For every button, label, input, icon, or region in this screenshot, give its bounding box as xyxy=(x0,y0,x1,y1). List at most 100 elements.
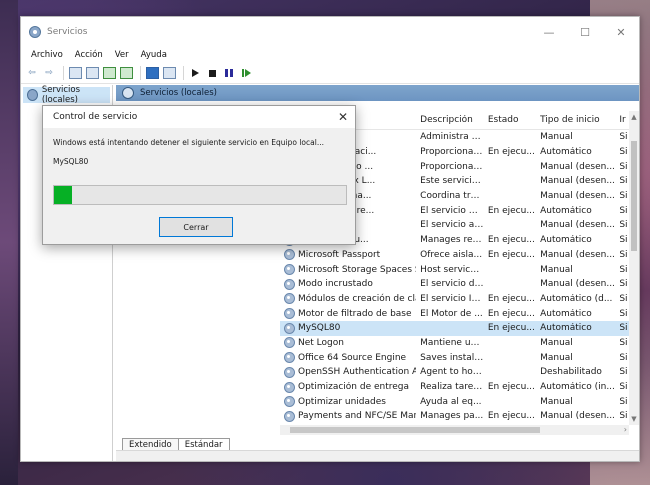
menu-ver[interactable]: Ver xyxy=(109,50,135,60)
service-login-cell: Si xyxy=(619,279,628,290)
progress-fill xyxy=(54,186,72,204)
service-gear-icon xyxy=(284,381,295,393)
services-icon xyxy=(27,89,38,101)
column-header-login[interactable]: Ir xyxy=(615,115,629,125)
dialog-title: Control de servicio xyxy=(53,112,138,122)
export-list-icon[interactable] xyxy=(119,66,133,80)
table-row[interactable]: Payments and NFC/SE Mana... Manages pa...… xyxy=(280,409,629,424)
column-header-startup[interactable]: Tipo de inicio xyxy=(536,115,615,125)
window-title: Servicios xyxy=(47,27,88,37)
view-tabs: Extendido Estándar xyxy=(116,435,639,451)
menu-ayuda[interactable]: Ayuda xyxy=(135,50,173,60)
table-row[interactable]: Microsoft Passport Ofrece aisla... En ejec… xyxy=(280,248,629,263)
properties-icon[interactable] xyxy=(85,66,99,80)
column-header-description[interactable]: Descripción xyxy=(416,115,484,125)
service-login-cell: Si xyxy=(619,323,628,334)
table-row[interactable]: Modo incrustado El servicio de... Manual (… xyxy=(280,277,629,292)
table-row[interactable]: Net Logon Mantiene un... Manual Si xyxy=(280,336,629,351)
service-startup-cell: Automático (in... xyxy=(540,382,615,393)
service-login-cell: Si xyxy=(619,220,628,231)
service-login-cell: Si xyxy=(619,191,628,202)
service-description-cell: El servicio au... xyxy=(420,220,484,231)
service-gear-icon xyxy=(284,322,295,334)
table-row[interactable]: Microsoft Storage Spaces S... Host servic… xyxy=(280,262,629,277)
service-description-cell: Saves install... xyxy=(420,352,484,363)
service-startup-cell: Manual xyxy=(540,132,573,143)
service-name-cell: Motor de filtrado de base xyxy=(280,308,416,320)
service-name-text: Modo incrustado xyxy=(298,279,373,290)
table-row[interactable]: Motor de filtrado de base El Motor de ...… xyxy=(280,306,629,321)
service-name-text: Microsoft Storage Spaces S... xyxy=(298,264,417,275)
menu-archivo[interactable]: Archivo xyxy=(25,50,69,60)
service-startup-cell: Manual (desen... xyxy=(540,249,615,260)
tree-item-services-local[interactable]: Servicios (locales) xyxy=(23,85,110,105)
menu-accion[interactable]: Acción xyxy=(69,50,109,60)
dialog-title-bar: Control de servicio ✕ xyxy=(43,106,355,128)
table-row[interactable]: Módulos de creación de clav... El servici… xyxy=(280,292,629,307)
service-name-text: MySQL80 xyxy=(298,323,341,334)
service-gear-icon xyxy=(284,249,295,261)
refresh-icon[interactable] xyxy=(102,66,116,80)
back-arrow-icon[interactable]: ⇦ xyxy=(25,66,39,80)
start-service-icon[interactable] xyxy=(188,66,202,80)
maximize-button[interactable]: ☐ xyxy=(567,17,603,47)
service-gear-icon xyxy=(284,278,295,290)
horizontal-scrollbar[interactable]: › xyxy=(280,425,629,435)
service-startup-cell: Manual (desen... xyxy=(540,411,615,422)
forward-arrow-icon[interactable]: ⇨ xyxy=(42,66,56,80)
toolbar-separator xyxy=(63,66,64,80)
service-startup-cell: Manual xyxy=(540,396,573,407)
service-description-cell: El servicio IK... xyxy=(420,293,484,304)
service-login-cell: Si xyxy=(619,235,628,246)
pause-service-icon[interactable] xyxy=(222,66,236,80)
service-login-cell: Si xyxy=(619,396,628,407)
table-row[interactable]: OpenSSH Authentication Ag... Agent to hol… xyxy=(280,365,629,380)
service-login-cell: Si xyxy=(619,249,628,260)
close-button[interactable]: Cerrar xyxy=(159,217,233,237)
service-login-cell: Si xyxy=(619,382,628,393)
restart-service-icon[interactable] xyxy=(239,66,253,80)
service-description-cell: Host service ... xyxy=(420,264,484,275)
vertical-scrollbar[interactable]: ▲ ▼ xyxy=(629,111,639,425)
service-state-cell: En ejecu... xyxy=(487,382,535,393)
status-bar xyxy=(116,450,639,461)
stop-service-icon[interactable] xyxy=(205,66,219,80)
title-bar: Servicios — ☐ ✕ xyxy=(21,17,639,47)
service-startup-cell: Automático xyxy=(540,308,592,319)
service-description-cell: Proporciona ... xyxy=(420,147,484,158)
scroll-up-icon[interactable]: ▲ xyxy=(630,113,638,121)
service-description-cell: Realiza tarea... xyxy=(420,382,484,393)
service-gear-icon xyxy=(284,366,295,378)
help-icon[interactable] xyxy=(145,66,159,80)
service-startup-cell: Automático xyxy=(540,147,592,158)
service-startup-cell: Manual xyxy=(540,264,573,275)
show-pane-icon[interactable] xyxy=(162,66,176,80)
minimize-button[interactable]: — xyxy=(531,17,567,47)
service-name-text: Motor de filtrado de base xyxy=(298,308,412,319)
table-row[interactable]: Optimización de entrega Realiza tarea... E… xyxy=(280,380,629,395)
service-name-cell: MySQL80 xyxy=(280,322,416,334)
scroll-down-icon[interactable]: ▼ xyxy=(630,415,638,423)
service-startup-cell: Automático (d... xyxy=(540,293,613,304)
scroll-right-icon[interactable]: › xyxy=(624,425,627,434)
service-description-cell: Manages pa... xyxy=(420,411,484,422)
service-name-text: Optimización de entrega xyxy=(298,382,410,393)
close-window-button[interactable]: ✕ xyxy=(603,17,639,47)
service-startup-cell: Manual (desen... xyxy=(540,191,615,202)
service-login-cell: Si xyxy=(619,308,628,319)
service-description-cell: Este servicio ... xyxy=(420,176,484,187)
horizontal-scroll-thumb[interactable] xyxy=(290,427,540,433)
service-login-cell: Si xyxy=(619,205,628,216)
column-header-state[interactable]: Estado xyxy=(484,115,536,125)
service-description-cell: Manages res... xyxy=(420,235,484,246)
service-name-text: Payments and NFC/SE Mana... xyxy=(298,411,416,422)
service-state-cell: En ejecu... xyxy=(487,293,535,304)
table-row[interactable]: Office 64 Source Engine Saves install... M… xyxy=(280,350,629,365)
service-gear-icon xyxy=(284,264,295,276)
scroll-thumb[interactable] xyxy=(631,141,637,251)
table-row[interactable]: MySQL80 En ejecu... Automático Si xyxy=(280,320,629,336)
console-tree-icon[interactable] xyxy=(68,66,82,80)
dialog-close-icon[interactable]: ✕ xyxy=(331,110,355,124)
service-startup-cell: Manual xyxy=(540,337,573,348)
table-row[interactable]: Optimizar unidades Ayuda al eq... Manual Si xyxy=(280,394,629,409)
